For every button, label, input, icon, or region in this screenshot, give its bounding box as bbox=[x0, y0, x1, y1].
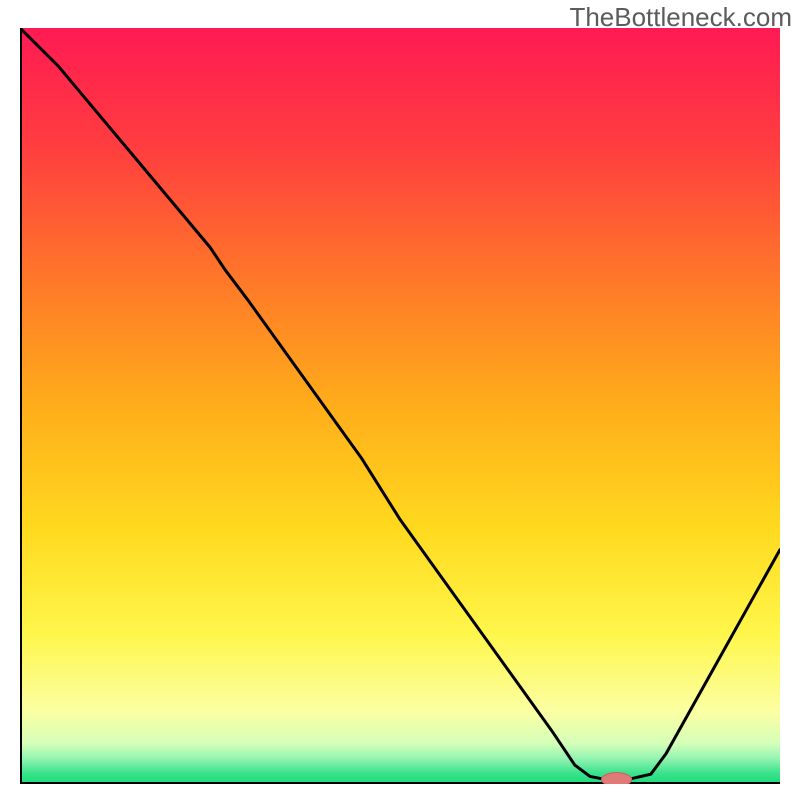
chart-plot-area bbox=[20, 28, 780, 784]
chart-background bbox=[20, 28, 780, 784]
chart-svg bbox=[20, 28, 780, 784]
chart-container: TheBottleneck.com bbox=[0, 0, 800, 800]
watermark-text: TheBottleneck.com bbox=[569, 2, 792, 33]
optimal-point-marker bbox=[601, 773, 631, 784]
